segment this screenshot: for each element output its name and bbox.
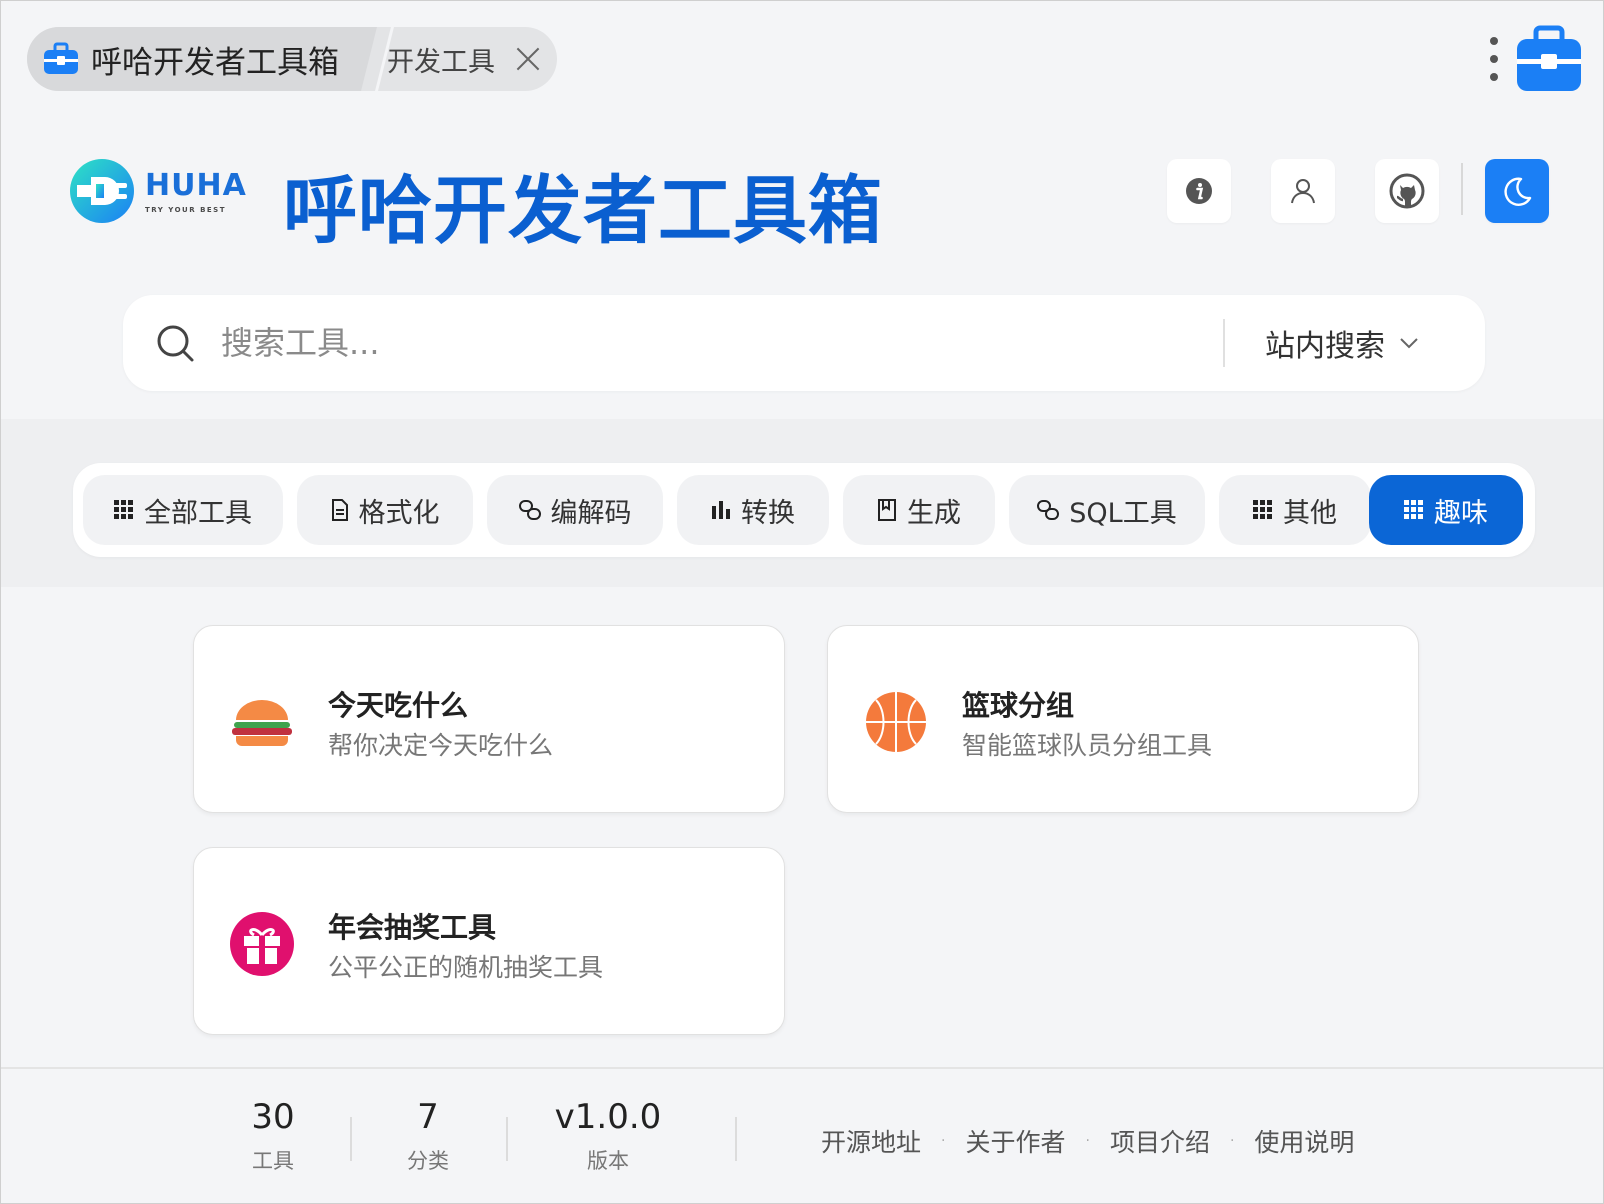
tool-title: 年会抽奖工具 — [328, 911, 497, 944]
tool-description: 智能篮球队员分组工具 — [962, 731, 1213, 760]
github-button[interactable] — [1375, 159, 1439, 223]
link-separator: · — [1229, 1133, 1235, 1149]
info-button[interactable] — [1167, 159, 1231, 223]
footer-links: 开源地址 · 关于作者 · 项目介绍 · 使用说明 — [821, 1123, 1354, 1159]
category-fun[interactable]: 趣味 — [1369, 475, 1523, 545]
link-project-intro[interactable]: 项目介绍 — [1110, 1123, 1210, 1159]
tab-label: 开发工具 — [387, 46, 495, 78]
search-icon — [157, 325, 194, 362]
link-usage-guide[interactable]: 使用说明 — [1254, 1123, 1354, 1159]
gift-icon — [230, 912, 294, 976]
logo-tagline: TRY YOUR BEST — [145, 206, 227, 214]
stat-label: 工具 — [252, 1149, 294, 1173]
category-label: 趣味 — [1434, 497, 1488, 529]
user-icon — [1291, 179, 1315, 204]
category-label: 转换 — [741, 497, 795, 529]
search-bar: 站内搜索 — [123, 295, 1485, 391]
tool-description: 公平公正的随机抽奖工具 — [328, 953, 604, 982]
tool-card-what-to-eat[interactable]: 今天吃什么 帮你决定今天吃什么 — [193, 625, 785, 813]
category-all-tools[interactable]: 全部工具 — [83, 475, 283, 545]
toolbox-icon[interactable] — [1515, 25, 1583, 93]
logo-text: HUHA — [145, 168, 247, 203]
info-icon — [1186, 178, 1212, 204]
stat-categories: 7 分类 — [388, 1097, 468, 1175]
tool-description: 帮你决定今天吃什么 — [328, 731, 554, 760]
tool-card-basketball-teams[interactable]: 篮球分组 智能篮球队员分组工具 — [827, 625, 1419, 813]
stat-label: 版本 — [587, 1149, 629, 1173]
footer-divider — [506, 1117, 508, 1161]
tab-bar: 呼哈开发者工具箱 开发工具 — [1, 1, 1603, 121]
link-source-code[interactable]: 开源地址 — [821, 1123, 921, 1159]
category-codec[interactable]: 编解码 — [487, 475, 663, 545]
github-icon — [1389, 173, 1425, 209]
link-icon — [1037, 500, 1060, 520]
theme-toggle-button[interactable] — [1485, 159, 1549, 223]
link-about-author[interactable]: 关于作者 — [965, 1123, 1065, 1159]
stat-tools: 30 工具 — [233, 1097, 313, 1175]
huha-logo: HUHA TRY YOUR BEST — [69, 156, 246, 228]
search-scope-select[interactable]: 站内搜索 — [1265, 321, 1419, 365]
link-separator: · — [1085, 1133, 1090, 1149]
category-label: 生成 — [907, 497, 961, 529]
toolbox-icon — [44, 42, 78, 74]
category-label: 格式化 — [358, 497, 440, 529]
category-label: 其他 — [1283, 497, 1337, 529]
document-icon — [331, 499, 349, 521]
stat-number: v1.0.0 — [554, 1097, 662, 1137]
grid-icon — [1253, 500, 1273, 520]
category-label: SQL工具 — [1069, 497, 1177, 529]
hamburger-icon — [232, 700, 292, 746]
link-icon — [518, 500, 541, 520]
close-icon[interactable] — [513, 44, 543, 74]
stat-number: 30 — [251, 1097, 295, 1137]
stat-version: v1.0.0 版本 — [546, 1097, 670, 1175]
user-button[interactable] — [1271, 159, 1335, 223]
more-menu-icon[interactable] — [1488, 37, 1500, 81]
footer: 30 工具 7 分类 v1.0.0 版本 开源地址 · 关于作者 · 项目介绍 … — [1, 1067, 1603, 1203]
tool-card-lottery[interactable]: 年会抽奖工具 公平公正的随机抽奖工具 — [193, 847, 785, 1035]
category-label: 全部工具 — [144, 497, 252, 529]
tab-toolbox[interactable]: 呼哈开发者工具箱 — [27, 27, 355, 91]
search-divider — [1223, 319, 1225, 367]
category-other[interactable]: 其他 — [1219, 475, 1371, 545]
basketball-icon — [866, 692, 926, 752]
grid-icon — [114, 500, 134, 520]
category-format[interactable]: 格式化 — [297, 475, 473, 545]
app-window: 呼哈开发者工具箱 开发工具 HUHA TRY YOUR BEST 呼哈开发者工具… — [0, 0, 1604, 1204]
category-label: 编解码 — [550, 497, 632, 529]
plug-logo-icon — [70, 159, 134, 223]
book-icon — [877, 499, 897, 521]
category-convert[interactable]: 转换 — [677, 475, 829, 545]
chevron-down-icon — [1400, 338, 1418, 349]
header-divider — [1461, 163, 1463, 215]
search-scope-label: 站内搜索 — [1265, 329, 1385, 364]
search-input[interactable] — [221, 324, 1201, 362]
grid-icon — [1404, 500, 1424, 520]
category-sql[interactable]: SQL工具 — [1009, 475, 1205, 545]
stat-number: 7 — [417, 1097, 439, 1137]
tool-title: 今天吃什么 — [328, 689, 469, 722]
tool-title: 篮球分组 — [962, 689, 1075, 722]
tab-strip: 呼哈开发者工具箱 开发工具 — [27, 27, 557, 91]
category-generate[interactable]: 生成 — [843, 475, 995, 545]
category-bar: 全部工具 格式化 编解码 转换 生成 SQL工具 其他 趣味 — [73, 463, 1535, 557]
link-separator: · — [941, 1133, 946, 1149]
bar-chart-icon — [711, 500, 731, 520]
footer-divider — [735, 1117, 737, 1161]
moon-icon — [1504, 177, 1532, 206]
footer-divider — [350, 1117, 352, 1161]
page-title: 呼哈开发者工具箱 — [283, 168, 883, 254]
tab-label: 呼哈开发者工具箱 — [91, 44, 339, 81]
stat-label: 分类 — [407, 1149, 449, 1173]
